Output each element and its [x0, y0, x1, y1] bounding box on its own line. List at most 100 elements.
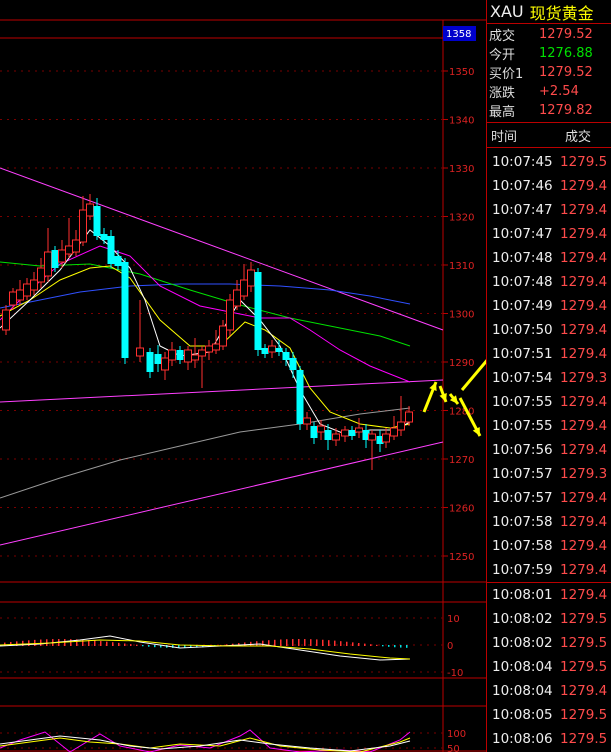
candle-body	[282, 352, 290, 360]
macd-histogram-bar	[256, 641, 258, 646]
candle-body	[212, 343, 220, 351]
tick-row[interactable]: 10:08:01 1279.4	[487, 583, 611, 607]
tick-row[interactable]: 10:07:47 1279.4	[487, 222, 611, 246]
tick-row[interactable]: 10:07:51 1279.4	[487, 342, 611, 366]
tick-row[interactable]: 10:07:55 1279.4	[487, 390, 611, 414]
macd-histogram-bar	[28, 640, 30, 646]
tick-time: 10:07:49	[492, 298, 553, 314]
tick-row[interactable]: 10:07:57 1279.4	[487, 486, 611, 510]
tick-row[interactable]: 10:07:56 1279.4	[487, 438, 611, 462]
macd-histogram-bar	[280, 639, 282, 646]
quote-value: 1279.52	[539, 65, 593, 80]
tick-price: 1279.4	[560, 514, 608, 530]
tick-row[interactable]: 10:07:58 1279.4	[487, 510, 611, 534]
macd-histogram-bar	[262, 640, 264, 646]
macd-histogram-bar	[334, 640, 336, 646]
candle-body	[324, 430, 332, 440]
macd-histogram-bar	[118, 642, 120, 646]
tick-header-time: 时间	[491, 129, 518, 145]
tick-row[interactable]: 10:08:02 1279.5	[487, 607, 611, 631]
tick-row[interactable]: 10:08:04 1279.4	[487, 679, 611, 703]
tick-row[interactable]: 10:07:47 1279.4	[487, 198, 611, 222]
price-gridlines	[0, 70, 448, 749]
macd-histogram-bar	[310, 639, 312, 646]
candlesticks[interactable]	[2, 194, 413, 470]
tick-time: 10:08:02	[492, 635, 553, 651]
kline-chart-panel[interactable]: 1350 1340 1330 1320 1310 1300 1290 1280 1270 1260…	[0, 0, 486, 752]
quote-row: 最高 1279.82	[487, 101, 611, 120]
quote-label: 最高	[489, 105, 516, 120]
macd-dif-line	[0, 635, 411, 661]
macd-histogram-bar	[352, 642, 354, 646]
tick-price: 1279.4	[560, 250, 608, 266]
candle-body	[86, 203, 94, 217]
tick-price: 1279.4	[560, 562, 608, 578]
tick-time: 10:07:46	[492, 178, 553, 194]
tick-price: 1279.4	[560, 178, 608, 194]
candle-body	[100, 234, 108, 240]
candle-body	[254, 272, 262, 350]
tick-time: 10:08:04	[492, 659, 553, 675]
tick-price: 1279.5	[560, 659, 608, 675]
ma-grey-line	[0, 407, 411, 499]
tick-price: 1279.5	[560, 635, 608, 651]
tick-row[interactable]: 10:07:50 1279.4	[487, 318, 611, 342]
quote-row: 买价1 1279.52	[487, 63, 611, 82]
quote-value: 1276.88	[539, 46, 593, 61]
tick-time: 10:08:06	[492, 731, 553, 747]
price-axis-label: 1250	[449, 552, 474, 563]
candle-body	[233, 289, 241, 307]
tick-row[interactable]: 10:07:58 1279.4	[487, 534, 611, 558]
candle-body	[136, 347, 144, 357]
candle-body	[355, 427, 363, 433]
tick-row[interactable]: 10:08:05 1279.5	[487, 703, 611, 727]
candle-body	[397, 421, 405, 431]
quote-row: 涨跌 +2.54	[487, 82, 611, 101]
quote-row: 成交 1279.52	[487, 25, 611, 44]
macd-histogram-bar	[406, 645, 408, 648]
tick-row[interactable]: 10:08:06 1279.5	[487, 727, 611, 751]
tick-row[interactable]: 10:07:45 1279.5	[487, 150, 611, 174]
kline-chart[interactable]: 1350134013301320131013001290128012701260…	[0, 0, 486, 752]
tick-price: 1279.4	[560, 418, 608, 434]
tick-row[interactable]: 10:07:49 1279.4	[487, 294, 611, 318]
price-axis-label: 1350	[449, 67, 474, 78]
tick-time: 10:08:04	[492, 683, 553, 699]
macd-dea-line	[0, 639, 411, 660]
price-axis-label: 1330	[449, 164, 474, 175]
tick-header-price: 成交	[565, 129, 592, 145]
tick-row[interactable]: 10:07:59 1279.4	[487, 558, 611, 582]
price-axis-label: 1340	[449, 116, 474, 127]
tick-row[interactable]: 10:07:48 1279.4	[487, 246, 611, 270]
tick-time: 10:07:55	[492, 418, 553, 434]
candle-body	[198, 349, 206, 357]
macd-histogram-bar	[142, 645, 144, 647]
trend-line-middle	[0, 379, 444, 403]
tick-list-recent[interactable]: 10:08:01 1279.4 10:08:02 1279.5 10:08:02 1279…	[487, 582, 611, 751]
tick-row[interactable]: 10:07:54 1279.3	[487, 366, 611, 390]
tick-row[interactable]: 10:07:55 1279.4	[487, 414, 611, 438]
tick-row[interactable]: 10:07:46 1279.4	[487, 174, 611, 198]
candle-body	[317, 425, 325, 433]
macd-histogram-bar	[124, 643, 126, 646]
price-axis-label: 1260	[449, 504, 474, 515]
macd-histogram-bar	[70, 639, 72, 646]
quote-label: 今开	[489, 48, 516, 63]
tick-time: 10:07:54	[492, 370, 553, 386]
tick-list[interactable]: 10:07:45 1279.5 10:07:46 1279.4 10:07:47 1279…	[487, 148, 611, 582]
tick-price: 1279.5	[560, 707, 608, 723]
tick-price: 1279.4	[560, 202, 608, 218]
candle-body	[168, 349, 176, 361]
tick-time: 10:07:50	[492, 322, 553, 338]
tick-time: 10:07:58	[492, 538, 553, 554]
candle-body	[382, 433, 390, 443]
price-axis-label: 1290	[449, 358, 474, 369]
tick-row[interactable]: 10:08:04 1279.5	[487, 655, 611, 679]
tick-row[interactable]: 10:07:57 1279.3	[487, 462, 611, 486]
tick-row[interactable]: 10:07:48 1279.4	[487, 270, 611, 294]
current-price-badge-label: 1358	[446, 29, 471, 40]
candle-body	[261, 348, 269, 354]
price-axis-label: 1300	[449, 310, 474, 321]
tick-price: 1279.4	[560, 490, 608, 506]
tick-row[interactable]: 10:08:02 1279.5	[487, 631, 611, 655]
